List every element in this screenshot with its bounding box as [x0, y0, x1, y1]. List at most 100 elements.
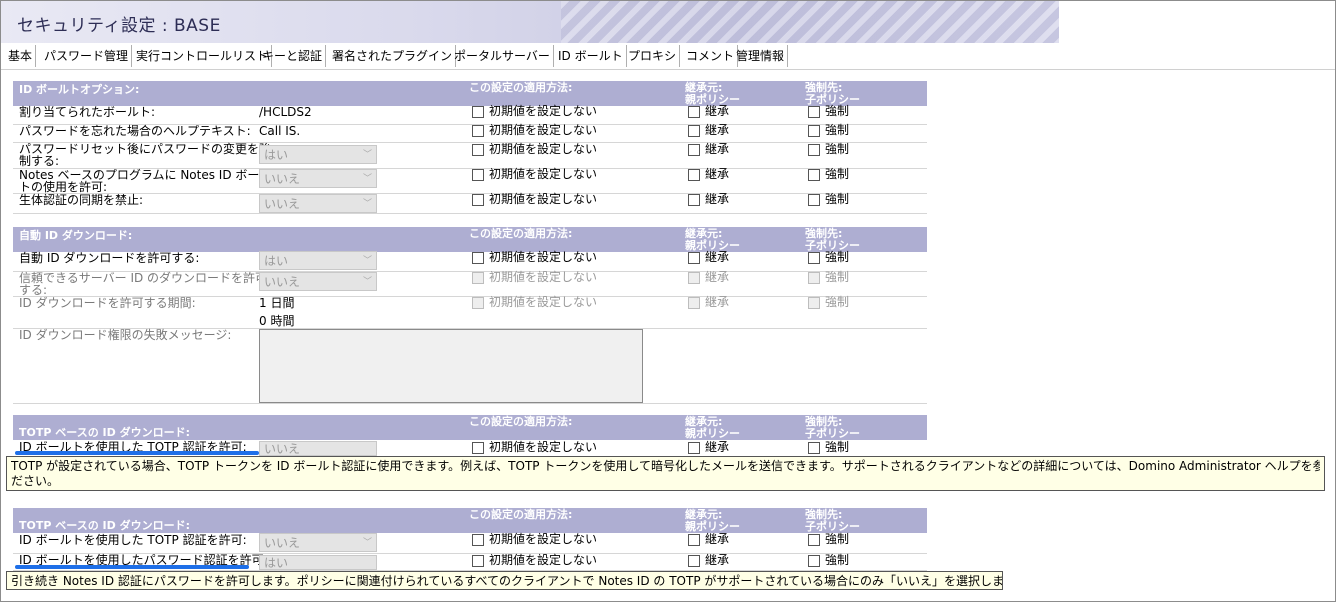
checkbox-enforce[interactable]	[808, 144, 820, 156]
checkbox-enforce[interactable]	[808, 534, 820, 546]
checkbox-label: 初期値を設定しない	[489, 142, 598, 156]
highlight-underline	[15, 565, 249, 569]
checkbox-inherit[interactable]	[688, 106, 700, 118]
label-download-failure-message: ID ダウンロード権限の失敗メッセージ:	[19, 328, 232, 342]
checkbox-label: 初期値を設定しない	[489, 250, 598, 264]
checkbox-label: 継承	[705, 167, 730, 181]
section-header-totp-2: TOTP ベースの ID ダウンロード: この設定の適用方法: 継承元: 親ポリ…	[13, 508, 927, 533]
label-notes-programs-vault-2: トの使用を許可:	[19, 180, 108, 194]
tab-basic[interactable]: 基本	[5, 45, 37, 67]
section-title: ID ボールトオプション:	[19, 83, 140, 96]
checkbox-label: 初期値を設定しない	[489, 270, 598, 284]
section-header-totp-1: TOTP ベースの ID ダウンロード: この設定の適用方法: 継承元: 親ポリ…	[13, 415, 927, 440]
select-allow-auto-download[interactable]: はい ﹀	[259, 251, 377, 270]
select-disable-biometric-sync[interactable]: いいえ ﹀	[259, 194, 377, 213]
checkbox-inherit[interactable]	[688, 194, 700, 206]
checkbox-label: 初期値を設定しない	[489, 532, 598, 546]
value-download-hours: 0 時間	[259, 314, 295, 328]
checkbox-no-default[interactable]	[472, 272, 484, 284]
checkbox-inherit[interactable]	[688, 144, 700, 156]
checkbox-enforce[interactable]	[808, 252, 820, 264]
tab-id-vault[interactable]: ID ボールト	[555, 45, 627, 67]
checkbox-enforce[interactable]	[808, 194, 820, 206]
checkbox-no-default[interactable]	[472, 125, 484, 137]
tab-password-management[interactable]: パスワード管理	[41, 45, 133, 67]
checkbox-no-default[interactable]	[472, 297, 484, 309]
col-enforce-header-2: 子ポリシー	[805, 520, 860, 533]
checkbox-enforce[interactable]	[808, 442, 820, 454]
tab-proxy[interactable]: プロキシ	[625, 45, 681, 67]
tooltip-totp: TOTP が設定されている場合、TOTP トークンを ID ボールト認証に使用で…	[6, 456, 1325, 491]
tab-comments[interactable]: コメント	[683, 45, 739, 67]
select-totp-auth[interactable]: いいえ	[259, 441, 377, 456]
checkbox-no-default[interactable]	[472, 534, 484, 546]
value-download-days: 1 日間	[259, 296, 295, 310]
label-trusted-server-download: 信頼できるサーバー ID のダウンロードを許可	[19, 271, 268, 285]
checkbox-enforce[interactable]	[808, 272, 820, 284]
checkbox-inherit[interactable]	[688, 252, 700, 264]
checkbox-enforce[interactable]	[808, 297, 820, 309]
checkbox-no-default[interactable]	[472, 555, 484, 567]
col-apply-header: この設定の適用方法:	[469, 415, 573, 428]
checkbox-inherit[interactable]	[688, 169, 700, 181]
col-inherit-header: 継承元:	[685, 81, 723, 94]
col-enforce-header: 強制先:	[805, 81, 843, 94]
checkbox-label: 継承	[705, 192, 730, 206]
highlight-underline	[15, 451, 259, 455]
select-notes-programs-vault[interactable]: いいえ ﹀	[259, 169, 377, 188]
checkbox-label: 継承	[705, 270, 730, 284]
checkbox-no-default[interactable]	[472, 169, 484, 181]
select-totp-auth-2[interactable]: いいえ ﹀	[259, 533, 377, 552]
tab-signed-plugins[interactable]: 署名されたプラグイン	[329, 45, 457, 67]
label-disable-biometric-sync: 生体認証の同期を禁止:	[19, 193, 144, 207]
tab-admin-info[interactable]: 管理情報	[733, 45, 789, 67]
chevron-down-icon: ﹀	[362, 199, 372, 209]
col-apply-header: この設定の適用方法:	[469, 508, 573, 521]
checkbox-label: 強制	[825, 440, 850, 454]
select-password-auth[interactable]: はい	[259, 555, 377, 570]
select-force-password-change[interactable]: はい ﹀	[259, 145, 377, 164]
tab-execution-control-list[interactable]: 実行コントロールリスト	[133, 45, 273, 67]
checkbox-label: 強制	[825, 104, 850, 118]
tab-portal-server[interactable]: ポータルサーバー	[451, 45, 554, 67]
checkbox-label: 強制	[825, 192, 850, 206]
section-title: TOTP ベースの ID ダウンロード:	[19, 519, 190, 532]
checkbox-inherit[interactable]	[688, 272, 700, 284]
select-value: いいえ	[264, 442, 301, 456]
checkbox-no-default[interactable]	[472, 194, 484, 206]
checkbox-label: 初期値を設定しない	[489, 167, 598, 181]
checkbox-inherit[interactable]	[688, 442, 700, 454]
failure-message-textarea[interactable]	[259, 329, 643, 403]
label-trusted-server-download-2: する:	[19, 283, 48, 297]
checkbox-label: 初期値を設定しない	[489, 440, 598, 454]
checkbox-enforce[interactable]	[808, 169, 820, 181]
value-forgot-password-help: Call IS.	[259, 124, 301, 138]
checkbox-no-default[interactable]	[472, 442, 484, 454]
checkbox-inherit[interactable]	[688, 297, 700, 309]
checkbox-enforce[interactable]	[808, 125, 820, 137]
chevron-down-icon: ﹀	[362, 150, 372, 160]
checkbox-label: 継承	[705, 532, 730, 546]
checkbox-label: 強制	[825, 532, 850, 546]
checkbox-no-default[interactable]	[472, 144, 484, 156]
checkbox-label: 継承	[705, 250, 730, 264]
checkbox-no-default[interactable]	[472, 106, 484, 118]
select-trusted-server-download[interactable]: いいえ ﹀	[259, 272, 377, 291]
checkbox-enforce[interactable]	[808, 555, 820, 567]
tab-keys-auth[interactable]: キーと認証	[259, 45, 327, 67]
banner-decoration	[561, 1, 1059, 43]
checkbox-label: 初期値を設定しない	[489, 123, 598, 137]
label-download-period: ID ダウンロードを許可する期間:	[19, 296, 196, 310]
checkbox-no-default[interactable]	[472, 252, 484, 264]
checkbox-enforce[interactable]	[808, 106, 820, 118]
checkbox-inherit[interactable]	[688, 534, 700, 546]
checkbox-inherit[interactable]	[688, 125, 700, 137]
section-title: TOTP ベースの ID ダウンロード:	[19, 426, 190, 439]
section-header-vault-options: ID ボールトオプション: この設定の適用方法: 継承元: 親ポリシー 強制先:…	[13, 81, 927, 106]
checkbox-label: 強制	[825, 295, 850, 309]
checkbox-inherit[interactable]	[688, 555, 700, 567]
tab-bar: 基本 パスワード管理 実行コントロールリスト キーと認証 署名されたプラグイン …	[1, 43, 1335, 70]
tooltip-text: TOTP が設定されている場合、TOTP トークンを ID ボールト認証に使用で…	[11, 459, 1320, 473]
col-enforce-header: 強制先:	[805, 415, 843, 428]
label-force-password-change-2: 制する:	[19, 154, 60, 168]
